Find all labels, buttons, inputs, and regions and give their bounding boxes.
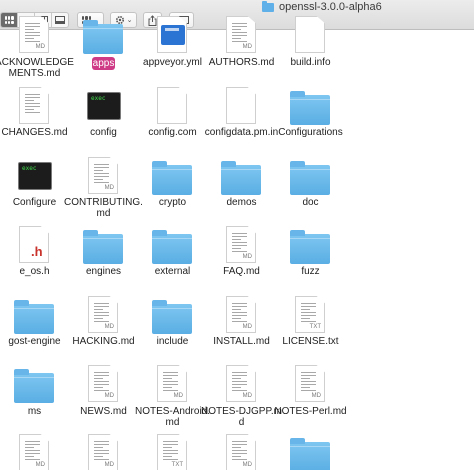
file-name-label: ACKNOWLEDGEMENTS.md [0,57,74,79]
file-type-tag: TXT [171,462,183,468]
document-lines [232,23,247,44]
text-document-icon: MD [19,434,49,470]
file-name-label: build.info [290,57,331,68]
document-lines [25,23,40,44]
file-type-tag: MD [242,462,252,468]
file-type-tag: MD [173,393,183,399]
folder-icon [14,300,54,334]
document-lines [94,303,109,324]
folder-icon [290,161,330,195]
terminal-executable-icon: exec [18,162,52,190]
file-name-label: NOTES-Perl.md [274,406,347,417]
folder-icon [83,230,123,264]
window-title-text: openssl-3.0.0-alpha6 [279,1,382,13]
terminal-executable-icon: exec [87,92,121,120]
file-type-tag: MD [242,393,252,399]
file-name-label: apps [92,57,115,70]
folder-icon [221,161,261,195]
text-document-icon: MD [88,296,118,333]
document-lines [163,372,178,393]
folder-icon [83,20,123,54]
document-lines [94,372,109,393]
grid-icon [4,16,14,24]
document-lines [25,441,40,462]
text-document-icon: MD [295,365,325,402]
text-document-icon: MD [88,365,118,402]
text-document-icon: MD [226,434,256,470]
document-lines [25,94,40,115]
blank-document-icon [157,87,187,124]
file-type-tag: MD [104,393,114,399]
file-name-label: Configurations [278,127,343,138]
icon-view-button[interactable] [1,13,19,27]
text-document-icon: MD [226,16,256,53]
share-icon [148,14,157,26]
text-document-icon: MD [88,434,118,470]
file-type-tag: MD [35,462,45,468]
window-title: openssl-3.0.0-alpha6 [262,0,382,14]
file-type-tag: MD [242,44,252,50]
file-name-label: doc [302,197,319,208]
document-lines [301,303,316,324]
document-lines [163,441,178,462]
blue-badge-icon [161,25,185,45]
file-type-tag: MD [242,324,252,330]
text-document-icon: MD [157,365,187,402]
document-lines [232,372,247,393]
document-lines [94,164,109,185]
folder-icon [290,230,330,264]
yml-document-icon [157,16,187,53]
folder-icon [152,161,192,195]
folder-icon [152,230,192,264]
folder-icon [290,438,330,470]
file-type-tag: MD [104,324,114,330]
text-document-icon: MD [226,226,256,263]
document-lines [232,233,247,254]
document-lines [232,303,247,324]
h-extension-glyph: .h [31,244,43,259]
text-document-icon: TXT [157,434,187,470]
exec-label: exec [22,165,37,172]
header-file-icon: .h [19,226,49,263]
chevron-down-icon: ⌄ [126,17,133,24]
exec-label: exec [91,95,106,102]
file-name-label: LICENSE.txt [282,336,339,347]
text-document-icon: MD [226,296,256,333]
text-document-icon: MD [226,365,256,402]
file-type-tag: MD [242,254,252,260]
file-type-tag: TXT [309,324,321,330]
folder-icon [262,0,274,12]
file-type-tag: MD [311,393,321,399]
file-type-tag: MD [104,185,114,191]
file-type-tag: MD [104,462,114,468]
folder-icon [290,91,330,125]
blank-document-icon [226,87,256,124]
blank-document-icon [295,16,325,53]
text-document-icon: MD [19,16,49,53]
folder-icon [152,300,192,334]
document-lines [301,372,316,393]
gallery-icon [54,16,65,24]
document-lines [232,441,247,462]
folder-icon [14,369,54,403]
gallery-view-button[interactable] [52,13,68,27]
document-lines [94,441,109,462]
text-document-icon [19,87,49,124]
file-name-label: fuzz [301,266,320,277]
text-document-icon: TXT [295,296,325,333]
file-type-tag: MD [35,44,45,50]
text-document-icon: MD [88,157,118,194]
